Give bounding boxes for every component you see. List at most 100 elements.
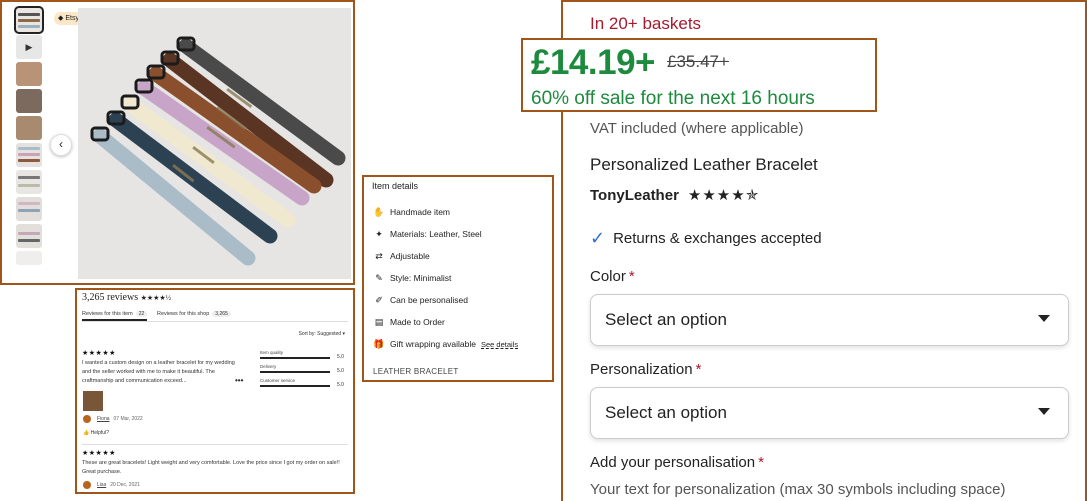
personalise-icon: ✐ [375, 294, 383, 305]
reviewer-name[interactable]: Lisa [97, 482, 106, 488]
thumbnail-10[interactable] [16, 251, 42, 265]
helpful-button[interactable]: 👍 Helpful? [83, 430, 109, 436]
label-text: Add your personalisation [590, 454, 756, 471]
thumbnail-3[interactable] [16, 62, 42, 86]
reviewer-name[interactable]: Fiona [97, 416, 110, 422]
hand-icon: ✋ [373, 206, 385, 217]
brush-icon: ✎ [375, 272, 383, 283]
rating-value: 5.0 [337, 368, 344, 374]
returns-row: ✓ Returns & exchanges accepted [590, 228, 822, 249]
rating-label: Customer service [260, 378, 296, 383]
review-text: I wanted a custom design on a leather br… [82, 360, 235, 384]
shop-rating-stars[interactable]: ★★★★✯ [688, 186, 759, 204]
avatar [83, 481, 91, 489]
detail-label: Made to Order [390, 317, 445, 327]
tab-reviews-item[interactable]: Reviews for this item 22 [82, 311, 148, 321]
gift-icon: 🎁 [373, 338, 385, 349]
helpful-label: Helpful? [90, 430, 109, 436]
basket-count: In 20+ baskets [590, 14, 702, 33]
adjustable-icon: ⇄ [375, 250, 383, 261]
review-tabs: Reviews for this item 22 Reviews for this… [82, 310, 348, 322]
rating-bar [260, 357, 330, 359]
rating-value: 5.0 [337, 382, 344, 388]
detail-made-to-order: ▤ Made to Order [373, 315, 445, 329]
review-photo[interactable] [83, 391, 103, 411]
color-select[interactable]: Select an option [590, 294, 1069, 346]
thumbnail-strip: ▶ [14, 6, 44, 268]
clipboard-icon: ▤ [374, 316, 384, 327]
sale-message: 60% off sale for the next 16 hours [531, 88, 815, 109]
sale-price: £14.19+ [531, 43, 656, 82]
thumbnail-6[interactable] [16, 143, 42, 167]
select-value: Select an option [605, 403, 727, 422]
previous-image-button[interactable]: ‹ [50, 134, 72, 156]
product-gallery: ▶ ◆ Etsy's Pick ‹ [0, 0, 355, 285]
rating-label: Delivery [260, 364, 277, 369]
chevron-left-icon: ‹ [59, 137, 63, 151]
label-text: Color [590, 268, 626, 285]
review-meta: Lisa 20 Dec, 2021 [97, 482, 140, 488]
detail-label: Handmade item [390, 207, 451, 217]
required-mark: * [758, 454, 764, 471]
original-price: £35.47+ [667, 52, 729, 71]
tab-label: Reviews for this shop [157, 311, 210, 317]
detail-handmade: ✋ Handmade item [373, 205, 450, 219]
review-meta: Fiona 07 Mar, 2022 [97, 416, 143, 422]
rating-bar [260, 371, 330, 373]
detail-gift-wrapping: 🎁 Gift wrapping available See details [373, 337, 518, 351]
review-stars: ★★★★★ [82, 350, 116, 357]
personalisation-hint: Your text for personalization (max 30 sy… [590, 481, 1006, 498]
item-category: LEATHER BRACELET [373, 367, 459, 376]
check-icon: ✓ [590, 228, 606, 248]
review-date: 20 Dec, 2021 [110, 482, 140, 488]
detail-materials: ✦ Materials: Leather, Steel [373, 227, 482, 241]
tab-label: Reviews for this item [82, 311, 133, 317]
shop-row: TonyLeather ★★★★✯ [590, 186, 759, 205]
reviews-header: 3,265 reviews ★★★★½ [82, 292, 171, 303]
sort-dropdown[interactable]: Sort by: Suggested ▾ [299, 331, 345, 337]
required-mark: * [695, 361, 702, 378]
detail-adjustable: ⇄ Adjustable [373, 249, 430, 263]
returns-label: Returns & exchanges accepted [613, 230, 822, 247]
leather-bracelets-photo [78, 8, 351, 279]
materials-icon: ✦ [375, 228, 383, 239]
caret-down-icon [1038, 408, 1050, 415]
rating-label: Item quality [260, 350, 284, 355]
thumbnail-9[interactable] [16, 224, 42, 248]
see-details-link[interactable]: See details [481, 340, 518, 349]
review-count: 3,265 reviews [82, 292, 139, 303]
personalization-label: Personalization * [590, 361, 701, 378]
thumbnail-5[interactable] [16, 116, 42, 140]
more-options-icon[interactable]: ••• [235, 376, 243, 385]
detail-label: Can be personalised [390, 295, 468, 305]
reviews-section: 3,265 reviews ★★★★½ Reviews for this ite… [75, 288, 355, 494]
shop-name-link[interactable]: TonyLeather [590, 187, 679, 204]
thumbnail-7[interactable] [16, 170, 42, 194]
caret-down-icon [1038, 315, 1050, 322]
video-thumbnail[interactable]: ▶ [16, 35, 42, 59]
thumbnail-8[interactable] [16, 197, 42, 221]
thumbnail-4[interactable] [16, 89, 42, 113]
review-stars: ★★★★½ [140, 294, 171, 302]
detail-personalised: ✐ Can be personalised [373, 293, 468, 307]
review-stars: ★★★★★ [82, 450, 116, 457]
main-product-image [78, 8, 351, 279]
detail-label: Adjustable [390, 251, 430, 261]
sort-label: Sort by: Suggested [298, 331, 342, 337]
avatar [83, 415, 91, 423]
tab-count: 3,265 [212, 311, 231, 317]
detail-label: Style: Minimalist [390, 273, 452, 283]
tab-reviews-shop[interactable]: Reviews for this shop 3,265 [157, 311, 231, 317]
review-text: These are great bracelets! Light weight … [82, 460, 340, 475]
select-value: Select an option [605, 310, 727, 329]
rating-value: 5.0 [337, 354, 344, 360]
add-personalisation-label: Add your personalisation * [590, 454, 764, 471]
item-details-panel: Item details ✋ Handmade item ✦ Materials: … [362, 175, 554, 382]
personalization-select[interactable]: Select an option [590, 387, 1069, 439]
detail-label: Materials: Leather, Steel [390, 229, 482, 239]
label-text: Personalization [590, 361, 693, 378]
rating-bar [260, 385, 330, 387]
thumbnail-1[interactable] [14, 6, 44, 34]
product-title: Personalized Leather Bracelet [590, 155, 818, 174]
review-date: 07 Mar, 2022 [113, 416, 143, 422]
